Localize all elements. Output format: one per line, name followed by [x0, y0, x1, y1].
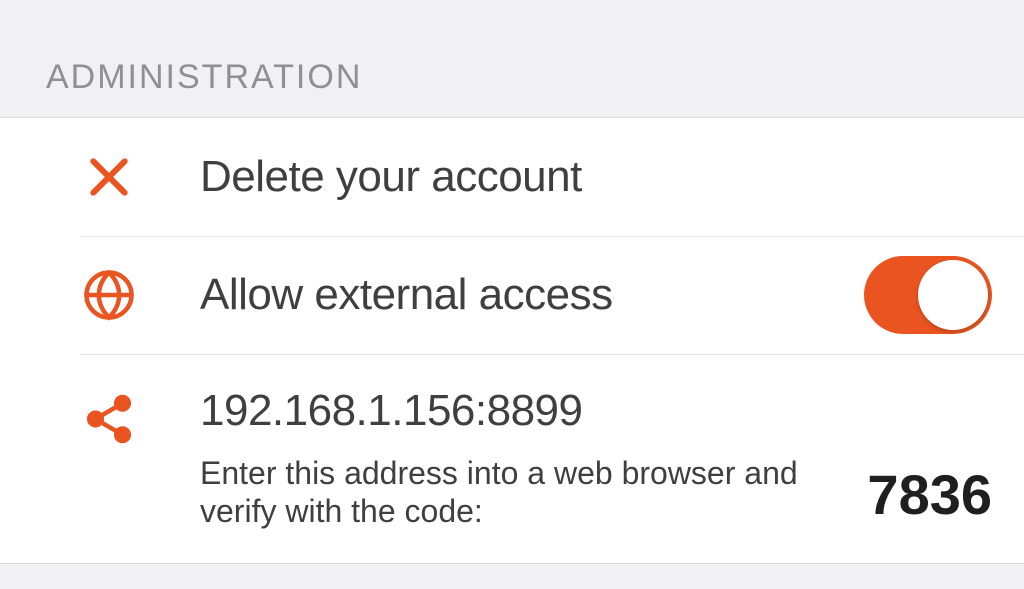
row-share-address[interactable]: 192.168.1.156:8899 Enter this address in… [0, 354, 1024, 563]
row-label-delete: Delete your account [200, 152, 992, 202]
share-icon [0, 386, 200, 446]
section-header-administration: ADMINISTRATION [0, 0, 1024, 117]
share-address-value: 192.168.1.156:8899 [200, 386, 847, 436]
globe-icon [0, 268, 200, 322]
row-label-external: Allow external access [200, 270, 864, 320]
external-access-toggle[interactable] [864, 256, 992, 334]
share-hint: Enter this address into a web browser an… [200, 454, 847, 531]
share-text-block: 192.168.1.156:8899 Enter this address in… [200, 386, 867, 531]
share-verification-code: 7836 [867, 462, 992, 531]
close-icon [0, 150, 200, 204]
row-delete-account[interactable]: Delete your account [0, 118, 1024, 236]
row-external-access: Allow external access [0, 236, 1024, 354]
settings-list: Delete your account Allow external acces… [0, 117, 1024, 564]
